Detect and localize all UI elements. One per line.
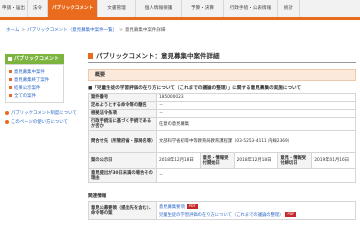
row-label: 定めようとする命令等の題名 [88, 101, 157, 110]
tab-administrative[interactable]: 行政手続・公表情報 [224, 0, 278, 17]
tab-privacy[interactable]: 個人情報保護 [136, 0, 182, 17]
sidebar-item-closed-cases[interactable]: 意見募集終了案件 [6, 77, 63, 85]
page-title: パブリックコメント：意見募集中案件詳細 [88, 49, 356, 63]
case-title: ■「児童生徒の学習評価の在り方について（これまでの議論の整理）」に関する意見募集… [88, 86, 302, 91]
breadcrumb-separator: > [21, 28, 26, 33]
start-date-label: 意見・情報受付開始日 [199, 152, 235, 169]
page-title-text: パブリックコメント：意見募集中案件詳細 [96, 52, 220, 60]
row-label: 根拠法令条項 [88, 109, 157, 118]
sidebar-item-label: 結果公示案件 [14, 86, 41, 91]
square-icon [8, 56, 12, 61]
table-row: 意見公募要領（提出先を含む）、命令等の案 意見募集要項 PDF 児童生徒の学習評価… [88, 201, 356, 220]
related-links: 意見募集要項 PDF 児童生徒の学習評価の在り方について（これまでの議論の整理） P… [156, 201, 356, 220]
sidebar-item-result-cases[interactable]: 結果公示案件 [6, 85, 63, 93]
bullet-icon [9, 86, 12, 89]
announce-date-label: 案の公示日 [88, 152, 157, 169]
row-label: 意見提出が30日未満の場合その理由 [88, 168, 157, 183]
page-icon [88, 53, 93, 59]
related-link-guidelines[interactable]: 意見募集要項 [159, 205, 185, 210]
row-label: 問合せ先（所管府省・部局名等） [88, 130, 157, 153]
question-icon [5, 110, 9, 115]
row-value: － [156, 101, 356, 110]
table-row-dates: 案の公示日 2018年12月18日 意見・情報受付開始日 2018年12月18日… [88, 152, 356, 169]
row-value: 185000023 [156, 93, 356, 102]
table-row: 根拠法令条項 － [88, 109, 356, 118]
link-how-to-use[interactable]: このページの使い方について [5, 118, 68, 127]
sidebar-heading: パブリックコメント [5, 54, 64, 64]
breadcrumb-current: 意見募集中案件詳細 [124, 28, 166, 33]
breadcrumb-list[interactable]: パブリックコメント（意見募集中案件一覧） [27, 28, 117, 33]
end-date: 2019年01月16日 [311, 152, 356, 169]
row-value: － [156, 109, 356, 118]
related-heading: 関連情報 [88, 194, 107, 199]
tab-document-management[interactable]: 文書管理 [98, 0, 136, 17]
related-item: 意見募集要項 PDF [159, 203, 353, 210]
top-navigation: 申請・届出 法令 パブリックコメント 文書管理 個人情報保護 予算・決算 行政手… [0, 0, 360, 20]
sidebar-menu: 意見募集中案件 意見募集終了案件 結果公示案件 全ての案件 [5, 64, 64, 103]
start-date: 2018年12月18日 [233, 152, 279, 169]
row-label: 案件番号 [88, 93, 157, 102]
detail-table: 案件番号 185000023 定めようとする命令等の題名 － 根拠法令条項 － … [88, 93, 356, 183]
bullet-icon [9, 70, 12, 73]
tab-budget[interactable]: 予算・決算 [182, 0, 224, 17]
tab-application[interactable]: 申請・届出 [0, 0, 28, 17]
sidebar-item-all-cases[interactable]: 全ての案件 [6, 93, 63, 101]
pdf-badge: PDF [285, 211, 297, 217]
pdf-badge: PDF [186, 203, 198, 209]
table-row: 案件番号 185000023 [88, 93, 356, 102]
table-row: 意見提出が30日未満の場合その理由 － [88, 168, 356, 183]
sidebar-item-label: 意見募集中案件 [14, 70, 45, 75]
row-value: － [156, 168, 356, 183]
breadcrumb-home[interactable]: ホーム [6, 28, 19, 33]
sidebar-item-label: 全ての案件 [14, 94, 36, 99]
main-content: パブリックコメント：意見募集中案件詳細 概要 ■「児童生徒の学習評価の在り方につ… [88, 49, 356, 220]
related-table: 意見公募要領（提出先を含む）、命令等の案 意見募集要項 PDF 児童生徒の学習評価… [88, 201, 356, 220]
row-value: 文部科学省初等中等教育局教育課程課（03-5253-4111 内線2369） [156, 130, 356, 153]
question-icon [5, 119, 9, 124]
row-label: 行政手続法に基づく手続であるか否か [88, 117, 157, 131]
table-row: 問合せ先（所管府省・部局名等） 文部科学省初等中等教育局教育課程課（03-525… [88, 130, 356, 153]
announce-date: 2018年12月18日 [156, 152, 201, 169]
breadcrumb-separator: > [119, 28, 123, 33]
breadcrumb: ホーム > パブリックコメント（意見募集中案件一覧） > 意見募集中案件詳細 [6, 27, 165, 35]
link-label: パブリックコメント制度について [11, 111, 77, 116]
sidebar-heading-label: パブリックコメント [14, 56, 60, 62]
related-item: 児童生徒の学習評価の在り方について（これまでの議論の整理） PDF [159, 211, 353, 218]
bullet-icon [9, 78, 12, 81]
table-row: 行政手続法に基づく手続であるか否か 任意の意見募集 [88, 117, 356, 131]
sidebar-links: パブリックコメント制度について このページの使い方について [5, 109, 77, 127]
sidebar-item-label: 意見募集終了案件 [14, 78, 50, 83]
link-about-system[interactable]: パブリックコメント制度について [5, 109, 77, 118]
tab-public-comment[interactable]: パブリックコメント [48, 0, 98, 17]
related-label: 意見公募要領（提出先を含む）、命令等の案 [88, 201, 157, 220]
section-overview: 概要 [88, 69, 356, 81]
tab-laws[interactable]: 法令 [28, 0, 48, 17]
row-value: 任意の意見募集 [156, 117, 356, 131]
bullet-icon [9, 94, 12, 97]
tab-statistics[interactable]: 統計 [278, 0, 300, 17]
related-link-draft[interactable]: 児童生徒の学習評価の在り方について（これまでの議論の整理） [159, 213, 283, 218]
link-label: このページの使い方について [11, 120, 68, 125]
table-row: 定めようとする命令等の題名 － [88, 101, 356, 110]
sidebar-item-open-cases[interactable]: 意見募集中案件 [6, 69, 63, 77]
end-date-label: 意見・情報受付締切日 [277, 152, 313, 169]
